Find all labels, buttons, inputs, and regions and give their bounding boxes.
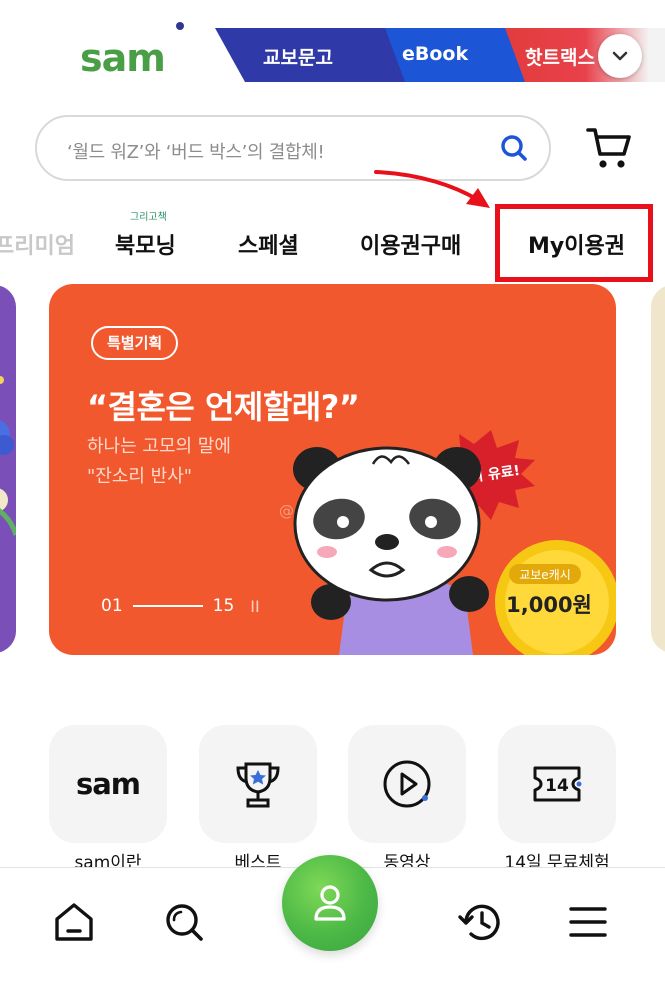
promo-banner[interactable]: 특별기획 “결혼은 언제할래?” 하나는 고모의 말에 "잔소리 반사" 잔소리… xyxy=(49,284,616,655)
banner-subtitle: 하나는 고모의 말에 "잔소리 반사" xyxy=(87,432,231,492)
more-tabs-button[interactable] xyxy=(598,34,642,78)
nav-search[interactable] xyxy=(158,896,210,948)
banner-subtitle-line1: 하나는 고모의 말에 xyxy=(87,436,231,457)
banner-badge: 특별기획 xyxy=(91,326,179,360)
quick-best[interactable] xyxy=(199,725,317,843)
menu-icon xyxy=(569,907,607,937)
nav-menu[interactable] xyxy=(562,896,614,948)
search-icon[interactable] xyxy=(497,131,531,165)
nav-my-account[interactable] xyxy=(282,855,378,951)
coin-amount: 1,000원 xyxy=(506,593,592,617)
tab-hottracks[interactable]: 핫트랙스 xyxy=(525,43,595,70)
pager-progress xyxy=(132,605,203,607)
sam-logo-icon: sam xyxy=(75,767,141,801)
quick-free-trial[interactable]: 14 xyxy=(498,725,616,843)
status-area xyxy=(0,0,665,28)
nav-home[interactable] xyxy=(48,896,100,948)
history-icon xyxy=(458,904,500,941)
play-icon xyxy=(383,760,431,808)
logo-dot xyxy=(176,22,184,30)
tab-kyobo[interactable]: 교보문고 xyxy=(263,43,333,70)
user-icon xyxy=(314,885,346,921)
nav-history[interactable] xyxy=(455,896,507,948)
banner-title: “결혼은 언제할래?” xyxy=(87,388,360,426)
tab-ebook[interactable]: eBook xyxy=(402,43,468,65)
pager-total: 15 xyxy=(212,596,235,616)
banner-subtitle-line2: "잔소리 반사" xyxy=(87,466,193,487)
panda-illustration: 잔소리 유료! @#$%$ 교보e캐시 1,000원 xyxy=(279,430,616,655)
category-buy-pass[interactable]: 이용권구매 xyxy=(360,228,461,260)
category-premium[interactable]: 프리미엄 xyxy=(0,228,75,260)
cart-icon[interactable] xyxy=(584,124,634,172)
red-arrow-annotation xyxy=(374,170,490,208)
coin-label: 교보e캐시 xyxy=(519,568,571,582)
category-special[interactable]: 스페셜 xyxy=(238,228,299,260)
search-icon xyxy=(166,904,203,941)
home-icon xyxy=(55,903,93,941)
quick-video[interactable] xyxy=(348,725,466,843)
ticket-14-text: 14 xyxy=(545,776,569,796)
prev-banner-peek[interactable] xyxy=(0,285,16,653)
pause-button[interactable]: II xyxy=(250,597,259,616)
pager-current: 01 xyxy=(101,596,123,616)
next-banner-peek[interactable] xyxy=(651,285,665,653)
flower-illustration xyxy=(0,376,16,536)
highlight-box xyxy=(495,204,653,282)
category-booknoming[interactable]: 북모닝 xyxy=(115,228,176,260)
quick-sam-about[interactable]: sam xyxy=(49,725,167,843)
chevron-down-icon xyxy=(612,51,628,61)
search-placeholder: ‘월드 워Z’와 ‘버드 박스’의 결합체! xyxy=(67,142,325,163)
sam-logo[interactable]: sam xyxy=(80,36,166,80)
trophy-icon xyxy=(236,762,280,808)
ticket-14-icon: 14 xyxy=(533,766,582,802)
category-booknoming-sub: 그리고책 xyxy=(130,212,167,223)
banner-pager: 01 15 II xyxy=(101,596,260,616)
